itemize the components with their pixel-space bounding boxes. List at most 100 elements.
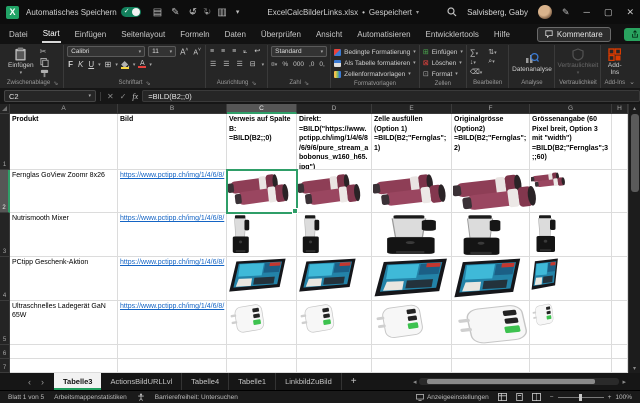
sort-filter-button[interactable]: ⇅▾ [488, 48, 496, 56]
ink-pen-icon[interactable]: ✎ [562, 7, 570, 18]
format-as-table-button[interactable]: Als Tabelle formatieren▾ [334, 58, 416, 68]
column-header-c[interactable]: C [227, 104, 297, 114]
cell-h1[interactable] [612, 114, 628, 170]
tab-seitenlayout[interactable]: Seitenlayout [120, 27, 166, 42]
fill-button[interactable]: ↓▾ [470, 59, 482, 66]
cell-b5[interactable]: https://www.pctipp.ch/img/1/4/6/8/ [118, 301, 227, 345]
vertical-scroll-thumb[interactable] [631, 114, 639, 192]
column-header-f[interactable]: F [452, 104, 530, 114]
cell-c4[interactable] [227, 257, 297, 301]
number-dialog-launcher[interactable]: ⇘ [304, 80, 309, 87]
cell-a6[interactable] [10, 345, 118, 359]
horizontal-scroll-thumb[interactable] [427, 379, 595, 384]
cancel-formula-icon[interactable]: ✕ [107, 92, 114, 101]
cell-c1[interactable]: Verweis auf Spalte B: =BILD(B2;;0) [227, 114, 297, 170]
workbook-statistics[interactable]: Arbeitsmappenstatistiken [54, 394, 127, 401]
cell-g7[interactable] [530, 359, 612, 373]
zoom-slider-thumb[interactable] [579, 394, 582, 401]
comments-button[interactable]: Kommentare [537, 27, 611, 42]
insert-cells-button[interactable]: ⊞ Einfügen▾ [423, 47, 463, 57]
align-top-icon[interactable]: ≡ [209, 47, 215, 56]
cell-c2-selected[interactable] [227, 170, 297, 213]
search-icon[interactable] [447, 7, 457, 17]
find-select-button[interactable]: ⌕▾ [488, 58, 496, 66]
data-analysis-button[interactable]: Datenanalyse [509, 46, 555, 78]
share-button[interactable]: Freigeben ▾ [624, 28, 640, 41]
minimize-button[interactable]: ─ [584, 7, 590, 18]
prev-sheet-icon[interactable]: ‹ [28, 377, 31, 387]
close-button[interactable]: ✕ [626, 7, 634, 18]
cell-h4[interactable] [612, 257, 628, 301]
tab-start[interactable]: Start [42, 26, 61, 43]
cut-button[interactable]: ✂ [40, 48, 49, 56]
column-header-d[interactable]: D [297, 104, 372, 114]
cell-f5[interactable] [452, 301, 530, 345]
sheet-tab-tabelle3[interactable]: Tabelle3 [54, 373, 101, 390]
align-left-icon[interactable]: ☰ [209, 60, 217, 69]
paste-dropdown-icon[interactable]: ▾ [20, 70, 23, 77]
cell-g3[interactable] [530, 213, 612, 257]
hyperlink[interactable]: https://www.pctipp.ch/img/1/4/6/8/ [120, 259, 224, 266]
cell-e2[interactable] [372, 170, 452, 213]
addins-button[interactable]: Add-Ins [604, 46, 625, 78]
row-header-2[interactable]: 2 [0, 170, 10, 213]
hyperlink[interactable]: https://www.pctipp.ch/img/1/4/6/8/ [120, 215, 224, 222]
clipboard-dialog-launcher[interactable]: ⇘ [53, 80, 58, 87]
increase-decimal-button[interactable]: ,0 [309, 61, 314, 68]
redo-icon[interactable]: ↻▾ [203, 7, 208, 18]
font-color-button[interactable]: A [138, 61, 146, 68]
cell-a5[interactable]: Ultraschnelles Ladegerät GaN 65W [10, 301, 118, 345]
wrap-text-icon[interactable]: ↩ [253, 47, 261, 56]
cell-h2[interactable] [612, 170, 628, 213]
cell-f3[interactable] [452, 213, 530, 257]
cell-b3[interactable]: https://www.pctipp.ch/img/1/4/6/8/ [118, 213, 227, 257]
cell-d1[interactable]: Direkt: =BILD("https://www.pctipp.ch/img… [297, 114, 372, 170]
cell-d7[interactable] [297, 359, 372, 373]
column-header-b[interactable]: B [118, 104, 227, 114]
tab-formeln[interactable]: Formeln [179, 27, 210, 42]
zoom-level[interactable]: 100% [615, 394, 632, 401]
format-painter-button[interactable] [40, 69, 49, 78]
reading-mode-icon[interactable]: ▥ [217, 7, 226, 18]
row-header-4[interactable]: 4 [0, 257, 10, 301]
cell-c5[interactable] [227, 301, 297, 345]
cell-h3[interactable] [612, 213, 628, 257]
tab-entwicklertools[interactable]: Entwicklertools [425, 27, 480, 42]
column-header-g[interactable]: G [530, 104, 612, 114]
insert-function-icon[interactable]: fx [132, 92, 138, 101]
cell-b1[interactable]: Bild [118, 114, 227, 170]
hscroll-left-icon[interactable]: ◂ [413, 378, 417, 386]
paste-button[interactable]: Einfügen ▾ [5, 46, 37, 78]
cell-e7[interactable] [372, 359, 452, 373]
percent-format-button[interactable]: % [282, 61, 288, 68]
cell-a7[interactable] [10, 359, 118, 373]
review-pen-icon[interactable]: ✎ [171, 7, 179, 18]
merge-center-icon[interactable]: ⊟ [249, 60, 257, 69]
tab-daten[interactable]: Daten [224, 27, 247, 42]
row-header-3[interactable]: 3 [0, 213, 10, 257]
number-format-select[interactable]: Standard▾ [271, 46, 327, 57]
cell-c6[interactable] [227, 345, 297, 359]
cell-e4[interactable] [372, 257, 452, 301]
cell-g4[interactable] [530, 257, 612, 301]
page-break-view-icon[interactable] [532, 393, 541, 401]
cell-e1[interactable]: Zelle ausfüllen (Option 1) =BILD(B2;"Fer… [372, 114, 452, 170]
cell-h6[interactable] [612, 345, 628, 359]
row-header-7[interactable]: 7 [0, 359, 10, 373]
bold-button[interactable]: F [67, 60, 74, 69]
page-layout-view-icon[interactable] [515, 393, 524, 401]
comma-format-button[interactable]: 000 [293, 61, 304, 68]
normal-view-icon[interactable] [498, 393, 507, 401]
cell-e6[interactable] [372, 345, 452, 359]
accessibility-status[interactable]: Barrierefreiheit: Untersuchen [155, 394, 238, 401]
cell-a2[interactable]: Fernglas GoView Zoomr 8x26 [10, 170, 118, 213]
row-header-1[interactable]: 1 [0, 114, 10, 170]
user-name[interactable]: Salvisberg, Gaby [467, 8, 528, 17]
row-header-5[interactable]: 5 [0, 301, 10, 345]
save-icon[interactable]: ▤ [153, 7, 162, 18]
autosave-control[interactable]: Automatisches Speichern ✓ [26, 7, 141, 17]
tab-automatisieren[interactable]: Automatisieren [356, 27, 411, 42]
font-name-select[interactable]: Calibri▾ [67, 46, 145, 57]
cell-b6[interactable] [118, 345, 227, 359]
excel-logo-icon[interactable]: X [6, 6, 19, 19]
